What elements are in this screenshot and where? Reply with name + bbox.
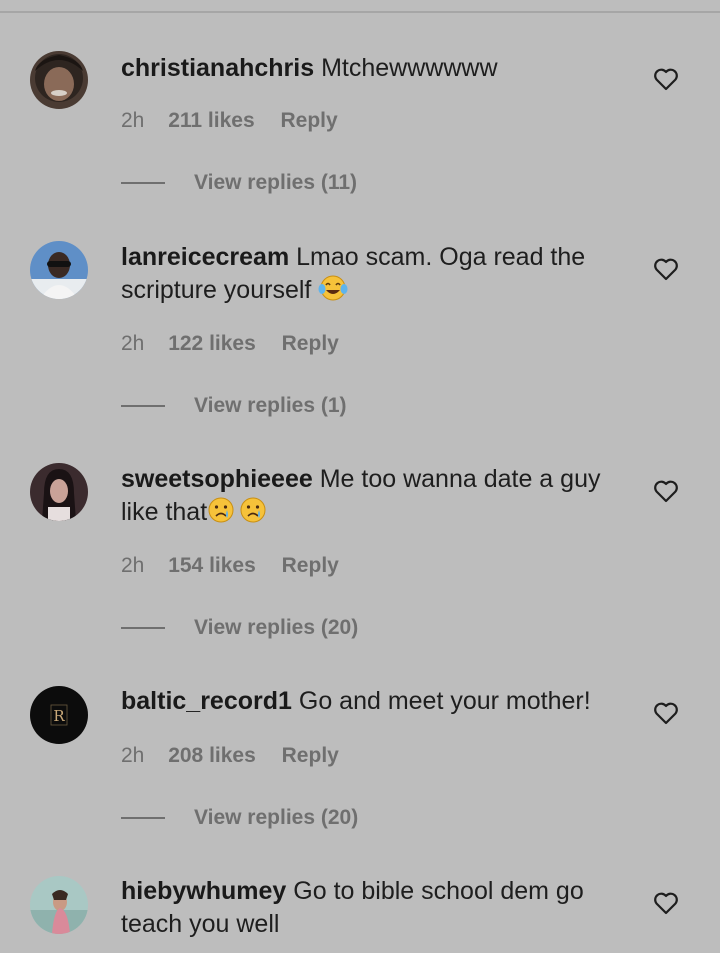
replies-divider bbox=[121, 627, 165, 630]
view-replies-button[interactable]: View replies (20) bbox=[121, 806, 358, 830]
avatar[interactable]: R bbox=[30, 686, 88, 744]
view-replies-label: View replies (11) bbox=[194, 171, 358, 194]
laughing-emoji-icon bbox=[318, 274, 348, 311]
comment-text: christianahchris Mtchewwwwww bbox=[121, 52, 621, 85]
comment-meta: 2h 122 likes Reply bbox=[121, 332, 339, 356]
comment-meta: 2h 211 likes Reply bbox=[121, 109, 338, 133]
comment-time: 2h bbox=[121, 332, 145, 355]
comment-likes[interactable]: 122 likes bbox=[168, 332, 256, 355]
comment-likes[interactable]: 211 likes bbox=[168, 109, 254, 132]
comment-text: hiebywhumey Go to bible school dem go te… bbox=[121, 875, 621, 941]
heart-icon[interactable] bbox=[653, 479, 679, 503]
view-replies-button[interactable]: View replies (1) bbox=[121, 394, 347, 418]
heart-icon[interactable] bbox=[653, 257, 679, 281]
replies-divider bbox=[121, 182, 165, 185]
comment-body: Go and meet your mother! bbox=[298, 687, 591, 715]
comment-username[interactable]: christianahchris bbox=[121, 54, 314, 82]
comment-time: 2h bbox=[121, 109, 145, 132]
comment-body: Mtchewwwwww bbox=[321, 54, 498, 82]
avatar[interactable] bbox=[30, 463, 88, 521]
heart-icon[interactable] bbox=[653, 701, 679, 725]
reply-button[interactable]: Reply bbox=[282, 744, 339, 767]
view-replies-button[interactable]: View replies (11) bbox=[121, 171, 357, 195]
heart-icon[interactable] bbox=[653, 67, 679, 91]
comment-meta: 2h 154 likes Reply bbox=[121, 554, 339, 578]
top-divider bbox=[0, 0, 720, 13]
reply-button[interactable]: Reply bbox=[280, 109, 337, 132]
avatar[interactable] bbox=[30, 51, 88, 109]
comment-time: 2h bbox=[121, 744, 145, 767]
avatar-letter: R bbox=[53, 707, 65, 725]
comment-username[interactable]: baltic_record1 bbox=[121, 687, 292, 715]
view-replies-label: View replies (20) bbox=[194, 806, 359, 829]
avatar[interactable] bbox=[30, 241, 88, 299]
view-replies-label: View replies (20) bbox=[194, 616, 359, 639]
reply-button[interactable]: Reply bbox=[282, 554, 339, 577]
comment-username[interactable]: lanreicecream bbox=[121, 243, 289, 271]
comment-meta: 2h 208 likes Reply bbox=[121, 744, 339, 768]
comment-text: baltic_record1 Go and meet your mother! bbox=[121, 685, 621, 718]
replies-divider bbox=[121, 817, 165, 820]
comment-text: lanreicecream Lmao scam. Oga read the sc… bbox=[121, 241, 621, 311]
replies-divider bbox=[121, 405, 165, 408]
avatar[interactable] bbox=[30, 876, 88, 934]
comment-time: 2h bbox=[121, 554, 145, 577]
comment-text: sweetsophieeee Me too wanna date a guy l… bbox=[121, 463, 621, 533]
comment-username[interactable]: hiebywhumey bbox=[121, 877, 286, 905]
heart-icon[interactable] bbox=[653, 891, 679, 915]
comment-likes[interactable]: 154 likes bbox=[168, 554, 256, 577]
view-replies-button[interactable]: View replies (20) bbox=[121, 616, 358, 640]
view-replies-label: View replies (1) bbox=[194, 394, 347, 417]
comment-username[interactable]: sweetsophieeee bbox=[121, 465, 313, 493]
crying-emoji-icon bbox=[207, 496, 269, 533]
comment-likes[interactable]: 208 likes bbox=[168, 744, 256, 767]
reply-button[interactable]: Reply bbox=[282, 332, 339, 355]
